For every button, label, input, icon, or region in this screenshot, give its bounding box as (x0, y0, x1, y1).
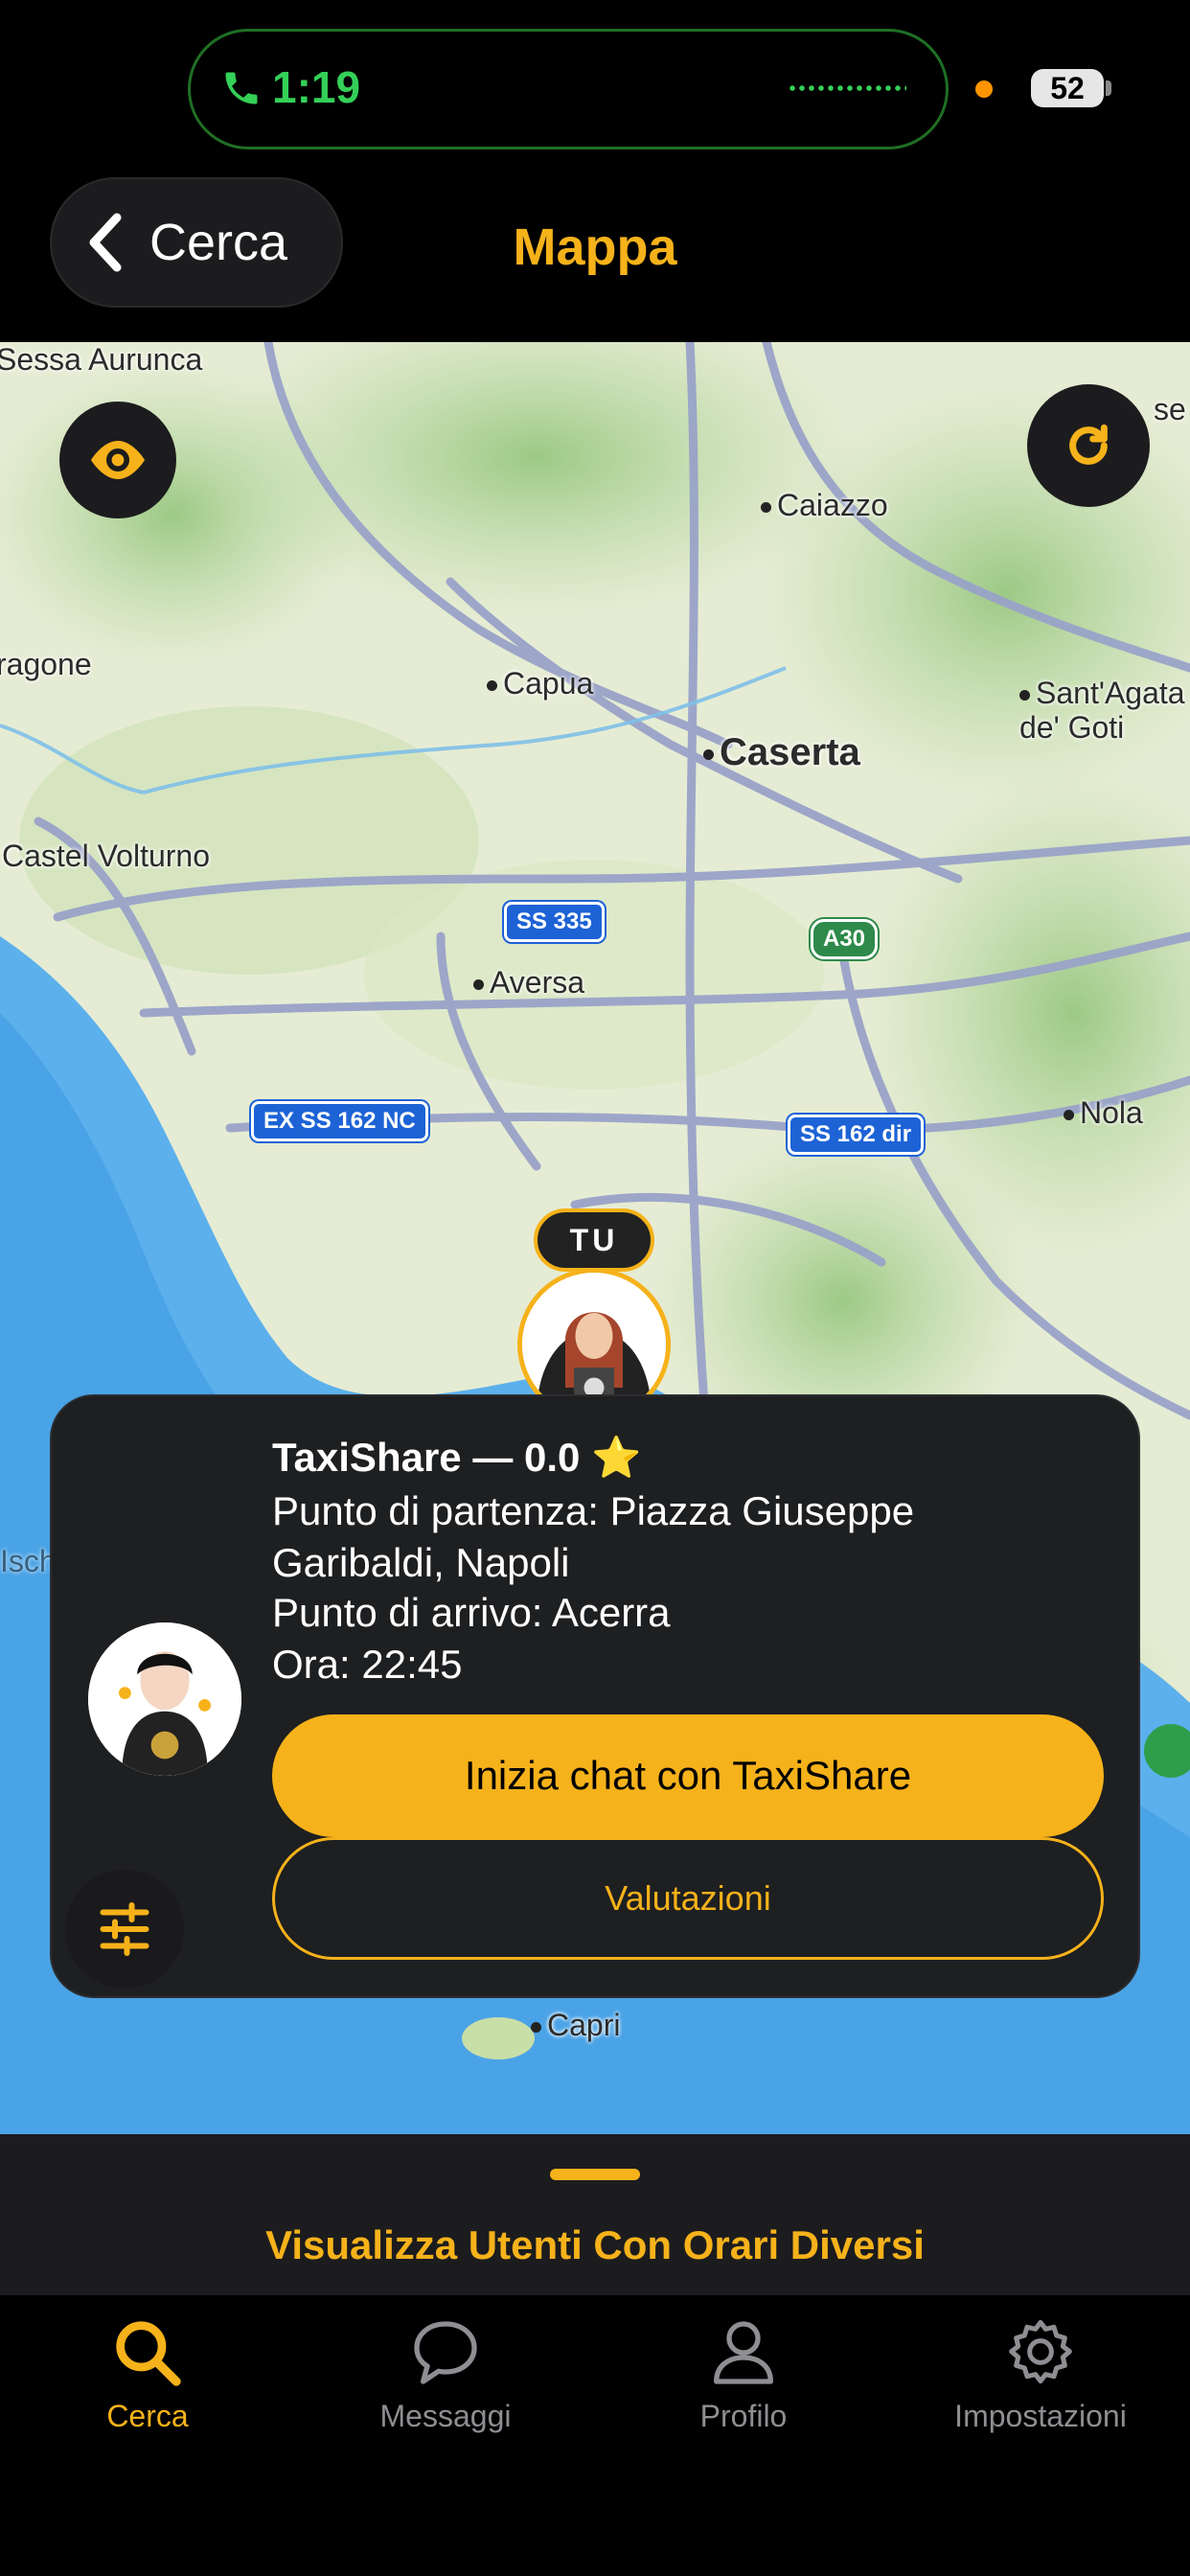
ratings-button[interactable]: Valutazioni (272, 1837, 1104, 1960)
phone-icon (225, 72, 258, 104)
map-label: Sant'Agata de' Goti (1019, 676, 1185, 745)
map-label: Aversa (473, 965, 584, 1000)
gear-icon (1009, 2319, 1072, 2384)
ride-info-card: TaxiShare — 0.0 ⭐ Punto di partenza: Pia… (50, 1394, 1140, 1998)
page-title: Mappa (513, 218, 677, 276)
map-label: Capua (487, 666, 593, 702)
tab-messaggi[interactable]: Messaggi (321, 2314, 570, 2434)
bottom-drawer[interactable]: Visualizza Utenti Con Orari Diversi (0, 2134, 1190, 2295)
road-shield: SS 162 dir (788, 1115, 925, 1155)
arrival-point: Punto di arrivo: Acerra (272, 1590, 671, 1635)
driver-avatar (88, 1622, 241, 1776)
map-label: Nola (1064, 1095, 1143, 1131)
departure-point-continued: Garibaldi, Napoli (272, 1540, 570, 1585)
visibility-toggle-button[interactable] (59, 402, 176, 518)
tab-profilo[interactable]: Profilo (619, 2314, 868, 2434)
status-bar: 1:19 52 (0, 0, 1190, 177)
eye-icon (91, 441, 145, 479)
tab-bar: Cerca Messaggi Profilo Impostazioni (0, 2295, 1190, 2576)
tab-label: Cerca (106, 2399, 189, 2433)
departure-point: Punto di partenza: Piazza Giuseppe (272, 1488, 915, 1533)
filter-button[interactable] (65, 1870, 184, 1989)
map-label: Caserta (703, 731, 860, 774)
map-label: ragone (0, 647, 92, 681)
nav-header: Cerca Mappa (0, 177, 1190, 342)
map-label: Capri (531, 2008, 620, 2043)
search-icon (116, 2321, 181, 2386)
map-label: Caiazzo (761, 488, 888, 523)
driver-avatar-icon (88, 1622, 241, 1776)
call-duration: 1:19 (272, 62, 361, 112)
tab-cerca[interactable]: Cerca (23, 2314, 272, 2434)
tab-label: Profilo (699, 2399, 788, 2433)
map-label: Sessa Aurunca (0, 342, 203, 377)
tab-impostazioni[interactable]: Impostazioni (916, 2314, 1165, 2434)
refresh-icon (1069, 424, 1108, 465)
sliders-icon (100, 1902, 149, 1956)
driver-name-rating: TaxiShare — 0.0 ⭐ (272, 1435, 642, 1480)
road-shield: A30 (811, 919, 879, 959)
drawer-label[interactable]: Visualizza Utenti Con Orari Diversi (0, 2222, 1190, 2268)
refresh-button[interactable] (1027, 384, 1150, 507)
person-icon (714, 2321, 773, 2384)
start-chat-button[interactable]: Inizia chat con TaxiShare (272, 1714, 1104, 1837)
map-poi-marker[interactable] (1144, 1724, 1190, 1778)
road-shield: SS 335 (504, 902, 605, 942)
chat-bubble-icon (414, 2321, 477, 2384)
map-label: se (1154, 392, 1186, 426)
tab-label: Impostazioni (954, 2399, 1127, 2433)
departure-time: Ora: 22:45 (272, 1642, 463, 1687)
user-marker-label: TU (534, 1208, 654, 1272)
drawer-handle[interactable] (550, 2169, 640, 2180)
microphone-indicator-dot (975, 80, 993, 98)
battery-indicator: 52 (1031, 69, 1104, 107)
battery-tip-icon (1106, 80, 1111, 96)
audio-waveform-icon (788, 84, 906, 92)
map-label: Castel Volturno (2, 839, 211, 873)
road-shield: EX SS 162 NC (251, 1101, 428, 1141)
tab-label: Messaggi (379, 2399, 512, 2433)
